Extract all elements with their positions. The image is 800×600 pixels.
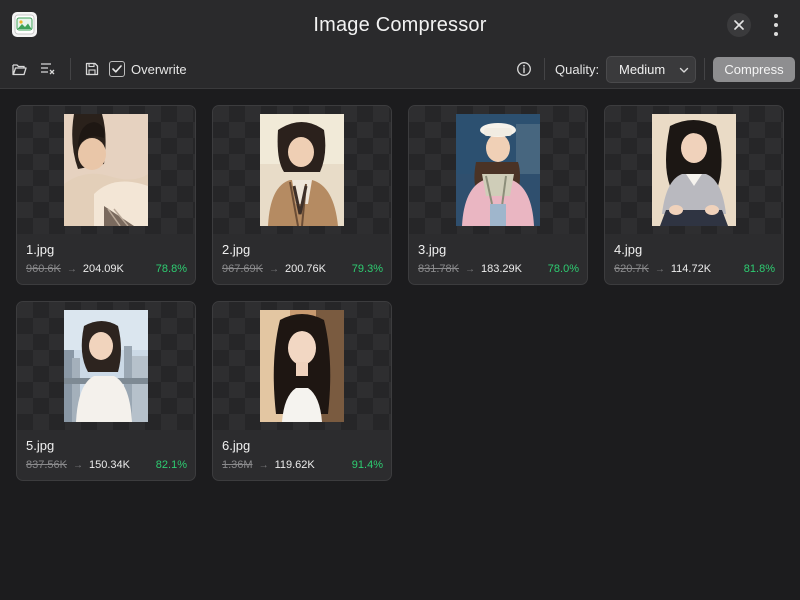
title-bar: Image Compressor <box>0 0 800 50</box>
thumbnail-area <box>17 106 195 234</box>
quality-select[interactable]: Medium <box>606 56 696 83</box>
more-vertical-icon <box>774 14 778 18</box>
thumbnail-image <box>64 114 148 226</box>
saved-percent: 82.1% <box>155 459 187 471</box>
saved-percent: 91.4% <box>351 459 383 471</box>
saved-percent: 78.8% <box>155 263 187 275</box>
app-icon <box>12 12 37 37</box>
compressed-size: 200.76K <box>284 263 326 275</box>
original-size: 837.56K <box>26 459 67 471</box>
open-folder-button[interactable] <box>11 61 27 77</box>
thumbnail-area <box>605 106 783 234</box>
window-title: Image Compressor <box>313 13 487 36</box>
close-button[interactable] <box>727 13 751 37</box>
saved-percent: 78.0% <box>547 263 579 275</box>
image-card[interactable]: 3.jpg 831.78K → 183.29K 78.0% <box>408 105 588 285</box>
size-info: 1.36M → 119.62K <box>222 459 315 471</box>
image-card[interactable]: 5.jpg 837.56K → 150.34K 82.1% <box>16 301 196 481</box>
more-menu-button[interactable] <box>768 12 784 38</box>
image-card[interactable]: 1.jpg 960.6K → 204.09K 78.8% <box>16 105 196 285</box>
quality-value: Medium <box>619 62 666 77</box>
file-name: 5.jpg <box>26 438 55 453</box>
compressed-size: 150.34K <box>88 459 130 471</box>
save-button[interactable] <box>84 61 100 77</box>
arrow-right-icon: → <box>654 263 665 275</box>
arrow-right-icon: → <box>66 263 77 275</box>
folder-open-icon <box>11 63 27 75</box>
compressed-size: 183.29K <box>480 263 522 275</box>
thumbnail-image <box>260 310 344 422</box>
clear-list-icon <box>41 63 55 75</box>
size-info: 831.78K → 183.29K <box>418 263 522 275</box>
size-info: 967.69K → 200.76K <box>222 263 326 275</box>
info-icon <box>517 62 531 76</box>
clear-list-button[interactable] <box>40 61 56 77</box>
original-size: 620.7K <box>614 263 649 275</box>
size-info: 837.56K → 150.34K <box>26 459 130 471</box>
overwrite-label[interactable]: Overwrite <box>131 62 187 77</box>
toolbar-divider <box>70 58 71 80</box>
compress-button[interactable]: Compress <box>713 57 795 82</box>
arrow-right-icon: → <box>72 459 83 471</box>
saved-percent: 81.8% <box>743 263 775 275</box>
thumbnail-image <box>64 310 148 422</box>
compressed-size: 204.09K <box>82 263 124 275</box>
file-name: 1.jpg <box>26 242 55 257</box>
thumbnail-image <box>260 114 344 226</box>
toolbar-divider <box>704 58 705 80</box>
thumbnail-image <box>456 114 540 226</box>
toolbar: Overwrite Quality: Medium <box>0 50 800 89</box>
file-name: 3.jpg <box>418 242 447 257</box>
image-card[interactable]: 4.jpg 620.7K → 114.72K 81.8% <box>604 105 784 285</box>
size-info: 960.6K → 204.09K <box>26 263 124 275</box>
check-icon <box>112 65 122 73</box>
info-button[interactable] <box>516 61 532 77</box>
original-size: 1.36M <box>222 459 253 471</box>
arrow-right-icon: → <box>268 263 279 275</box>
thumbnail-area <box>409 106 587 234</box>
thumbnail-area <box>213 302 391 430</box>
overwrite-checkbox[interactable] <box>109 61 125 77</box>
original-size: 960.6K <box>26 263 61 275</box>
compressed-size: 119.62K <box>274 459 315 471</box>
file-name: 6.jpg <box>222 438 251 453</box>
compressed-size: 114.72K <box>670 263 712 275</box>
original-size: 967.69K <box>222 263 263 275</box>
file-name: 4.jpg <box>614 242 643 257</box>
file-name: 2.jpg <box>222 242 251 257</box>
image-card[interactable]: 2.jpg 967.69K → 200.76K 79.3% <box>212 105 392 285</box>
arrow-right-icon: → <box>258 459 269 471</box>
chevron-down-icon <box>679 67 689 73</box>
toolbar-divider <box>544 58 545 80</box>
quality-label: Quality: <box>555 62 600 77</box>
thumbnail-area <box>17 302 195 430</box>
saved-percent: 79.3% <box>351 263 383 275</box>
thumbnail-area <box>213 106 391 234</box>
thumbnail-image <box>652 114 736 226</box>
close-icon <box>734 20 744 30</box>
original-size: 831.78K <box>418 263 459 275</box>
arrow-right-icon: → <box>464 263 475 275</box>
size-info: 620.7K → 114.72K <box>614 263 711 275</box>
save-icon <box>85 62 99 76</box>
image-card[interactable]: 6.jpg 1.36M → 119.62K 91.4% <box>212 301 392 481</box>
